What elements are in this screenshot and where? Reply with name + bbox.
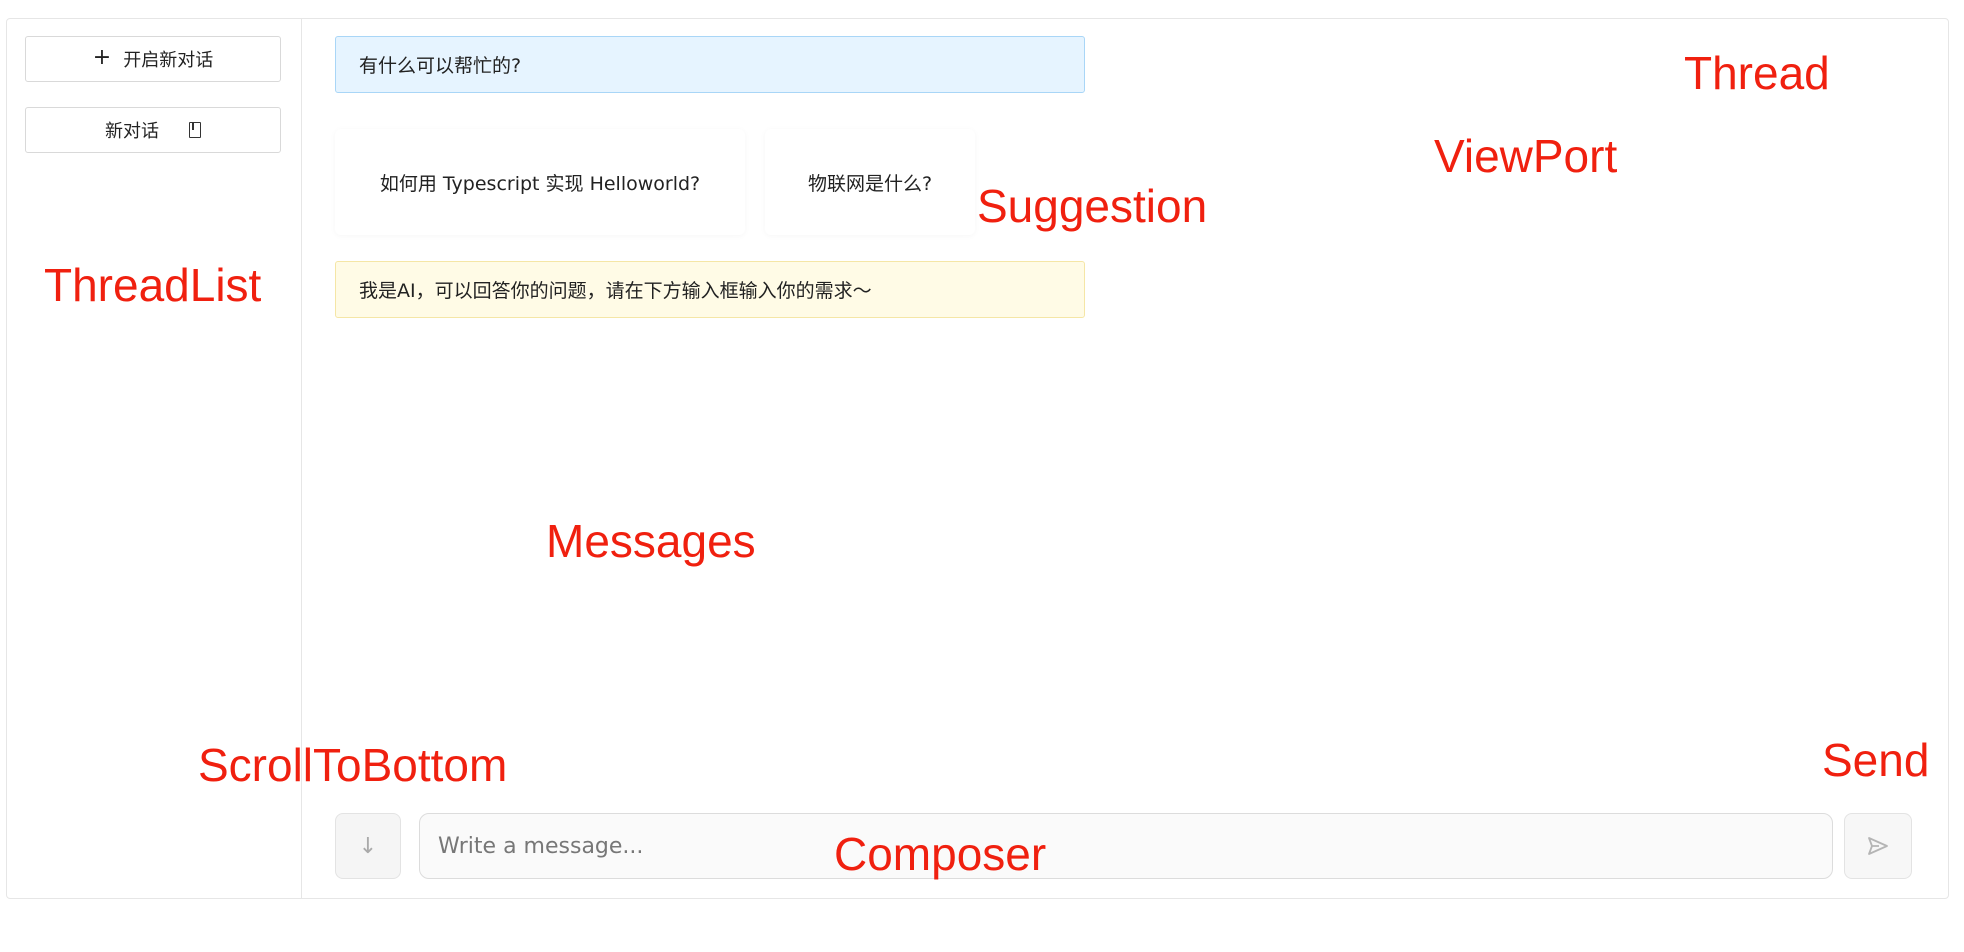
welcome-text: 有什么可以帮忙的? [359, 55, 522, 77]
new-thread-button[interactable]: + 开启新对话 [25, 36, 281, 82]
suggestion-label: 物联网是什么? [807, 172, 933, 195]
annotation-suggestion: Suggestion [977, 180, 1208, 232]
annotation-scroll-to-bottom: ScrollToBottom [198, 739, 508, 791]
annotation-send: Send [1822, 734, 1930, 786]
thread-list-item-label: 新对话 [105, 121, 159, 142]
send-icon [1868, 837, 1888, 855]
plus-icon: + [92, 45, 112, 70]
welcome-message: 有什么可以帮忙的? [335, 36, 1085, 93]
archive-icon[interactable] [189, 122, 201, 138]
scroll-to-bottom-button[interactable]: ↓ [335, 813, 401, 879]
assistant-message-text: 我是AI，可以回答你的问题，请在下方输入框输入你的需求～ [359, 280, 872, 302]
arrow-down-icon: ↓ [358, 833, 378, 859]
composer [419, 813, 1833, 879]
send-button[interactable] [1844, 813, 1912, 879]
suggestion-item[interactable]: 物联网是什么? [765, 129, 975, 235]
annotation-messages: Messages [546, 515, 756, 567]
suggestion-label: 如何用 Typescript 实现 Helloworld? [379, 172, 701, 195]
assistant-message: 我是AI，可以回答你的问题，请在下方输入框输入你的需求～ [335, 261, 1085, 318]
message-input[interactable] [436, 832, 1816, 860]
new-thread-label: 开启新对话 [123, 50, 214, 71]
annotation-thread: Thread [1684, 47, 1830, 99]
thread-list-item[interactable]: 新对话 [25, 107, 281, 153]
annotation-viewport: ViewPort [1434, 130, 1618, 182]
thread-viewport: 有什么可以帮忙的? 如何用 Typescript 实现 Helloworld? … [302, 19, 1948, 898]
annotation-composer: Composer [834, 828, 1047, 880]
suggestion-item[interactable]: 如何用 Typescript 实现 Helloworld? [335, 129, 745, 235]
annotation-threadlist: ThreadList [44, 259, 262, 311]
